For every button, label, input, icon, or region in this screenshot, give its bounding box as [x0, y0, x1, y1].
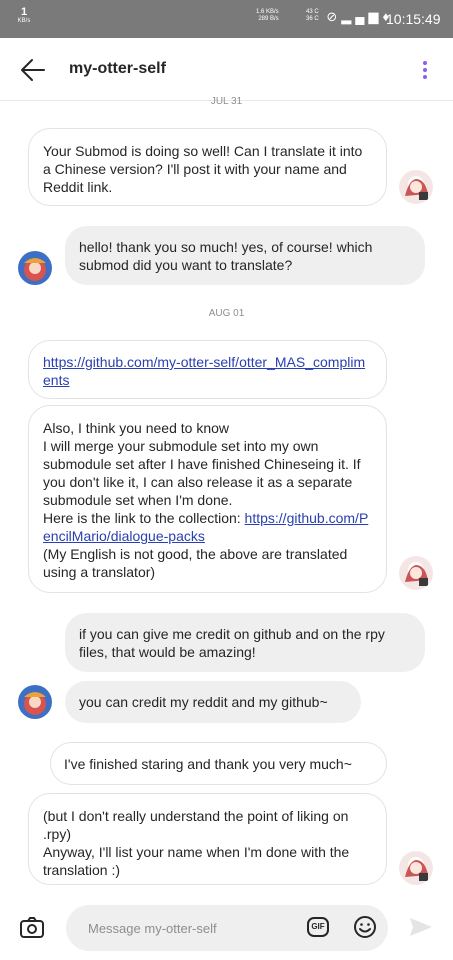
message-text: you can credit my reddit and my github~	[79, 694, 328, 710]
back-button[interactable]	[18, 56, 48, 84]
date-separator: AUG 01	[208, 308, 245, 319]
back-arrow-icon	[21, 59, 45, 81]
date-separator: JUL 31	[210, 96, 243, 107]
message-bubble[interactable]: Also, I think you need to know I will me…	[28, 405, 387, 593]
camera-icon	[20, 917, 44, 938]
message-bubble[interactable]: if you can give me credit on github and …	[65, 613, 425, 672]
chat-header: my-otter-self	[0, 38, 453, 101]
signal-icon: ▂▄▆	[341, 9, 383, 24]
send-icon	[410, 918, 432, 936]
net-up-rate: 1.6 KB/s	[256, 9, 279, 15]
message-text: Your Submod is doing so well! Can I tran…	[43, 143, 363, 195]
message-composer: GIF	[66, 905, 388, 951]
emoji-icon	[354, 916, 376, 938]
network-rates: 1.6 KB/s 289 B/s	[256, 9, 279, 23]
temp-bottom: 36 C	[306, 16, 319, 22]
message-text: I've finished staring and thank you very…	[64, 756, 352, 772]
more-vertical-icon	[423, 61, 427, 65]
message-bubble[interactable]: https://github.com/my-otter-self/otter_M…	[28, 340, 387, 399]
contact-avatar-image	[399, 851, 433, 885]
message-text: (My English is not good, the above are t…	[43, 546, 348, 580]
emoji-button[interactable]	[353, 915, 377, 939]
message-bubble[interactable]: hello! thank you so much! yes, of course…	[65, 226, 425, 285]
gif-icon: GIF	[311, 922, 325, 931]
avatar-contact[interactable]	[399, 851, 433, 885]
status-icons: 43 C 36 C ⊘▂▄▆♦	[306, 9, 393, 25]
avatar-self[interactable]	[18, 251, 52, 285]
chat-title[interactable]: my-otter-self	[69, 60, 166, 78]
message-bubble[interactable]: you can credit my reddit and my github~	[65, 681, 361, 723]
message-bubble[interactable]: Your Submod is doing so well! Can I tran…	[28, 128, 387, 206]
temp-top: 43 C	[306, 9, 319, 15]
thermometer-icon: 43 C 36 C	[306, 9, 319, 23]
send-button[interactable]	[408, 915, 434, 939]
self-avatar-image	[18, 251, 52, 285]
more-options-button[interactable]	[420, 58, 430, 82]
message-bubble[interactable]: I've finished staring and thank you very…	[50, 742, 387, 785]
avatar-contact[interactable]	[399, 170, 433, 204]
mute-icon: ⊘	[326, 9, 342, 24]
message-text: (but I don't really understand the point…	[43, 808, 350, 878]
gif-button[interactable]: GIF	[307, 917, 329, 937]
camera-button[interactable]	[19, 916, 45, 940]
net-down-rate: 289 B/s	[258, 16, 279, 22]
self-avatar-image	[18, 685, 52, 719]
clock: 10:15:49	[386, 11, 441, 27]
avatar-self[interactable]	[18, 685, 52, 719]
message-text: if you can give me credit on github and …	[79, 626, 385, 660]
message-text: hello! thank you so much! yes, of course…	[79, 239, 373, 273]
contact-avatar-image	[399, 556, 433, 590]
message-link[interactable]: https://github.com/my-otter-self/otter_M…	[43, 354, 365, 388]
network-speed-value: 1	[20, 6, 28, 18]
status-bar: 1 KB/s 1.6 KB/s 289 B/s 43 C 36 C ⊘▂▄▆♦ …	[0, 0, 453, 38]
network-speed-unit: KB/s	[17, 18, 31, 24]
message-bubble[interactable]: (but I don't really understand the point…	[28, 793, 387, 885]
network-speed: 1 KB/s	[14, 6, 34, 25]
message-input[interactable]	[88, 918, 288, 938]
avatar-contact[interactable]	[399, 556, 433, 590]
contact-avatar-image	[399, 170, 433, 204]
